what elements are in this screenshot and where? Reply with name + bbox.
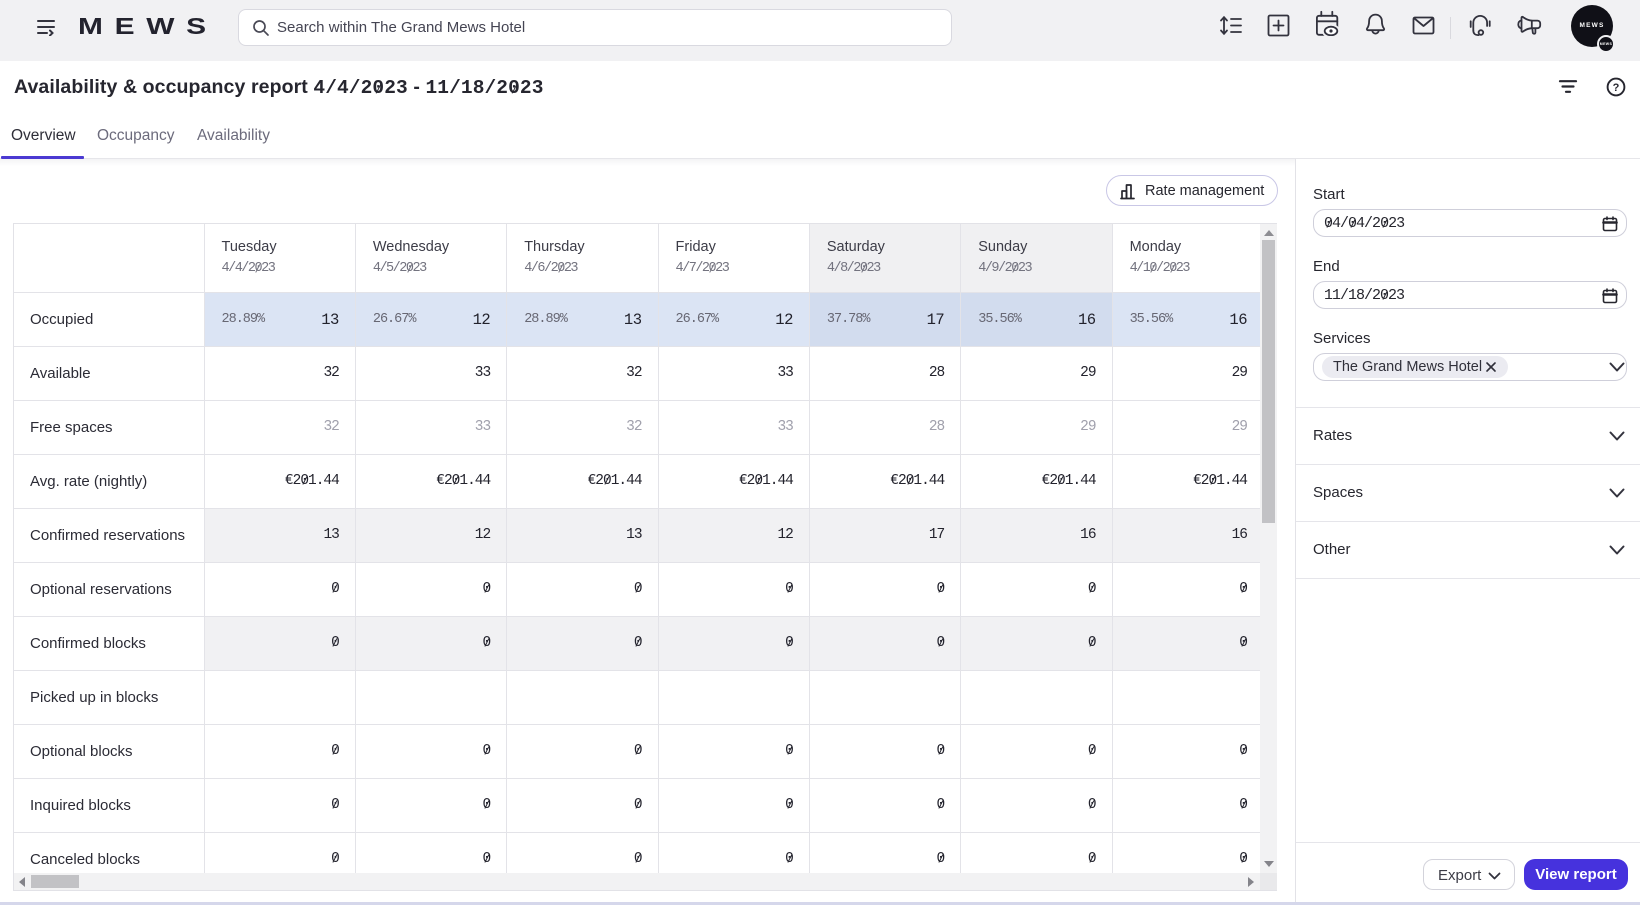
svg-text:?: ? (1613, 82, 1620, 94)
